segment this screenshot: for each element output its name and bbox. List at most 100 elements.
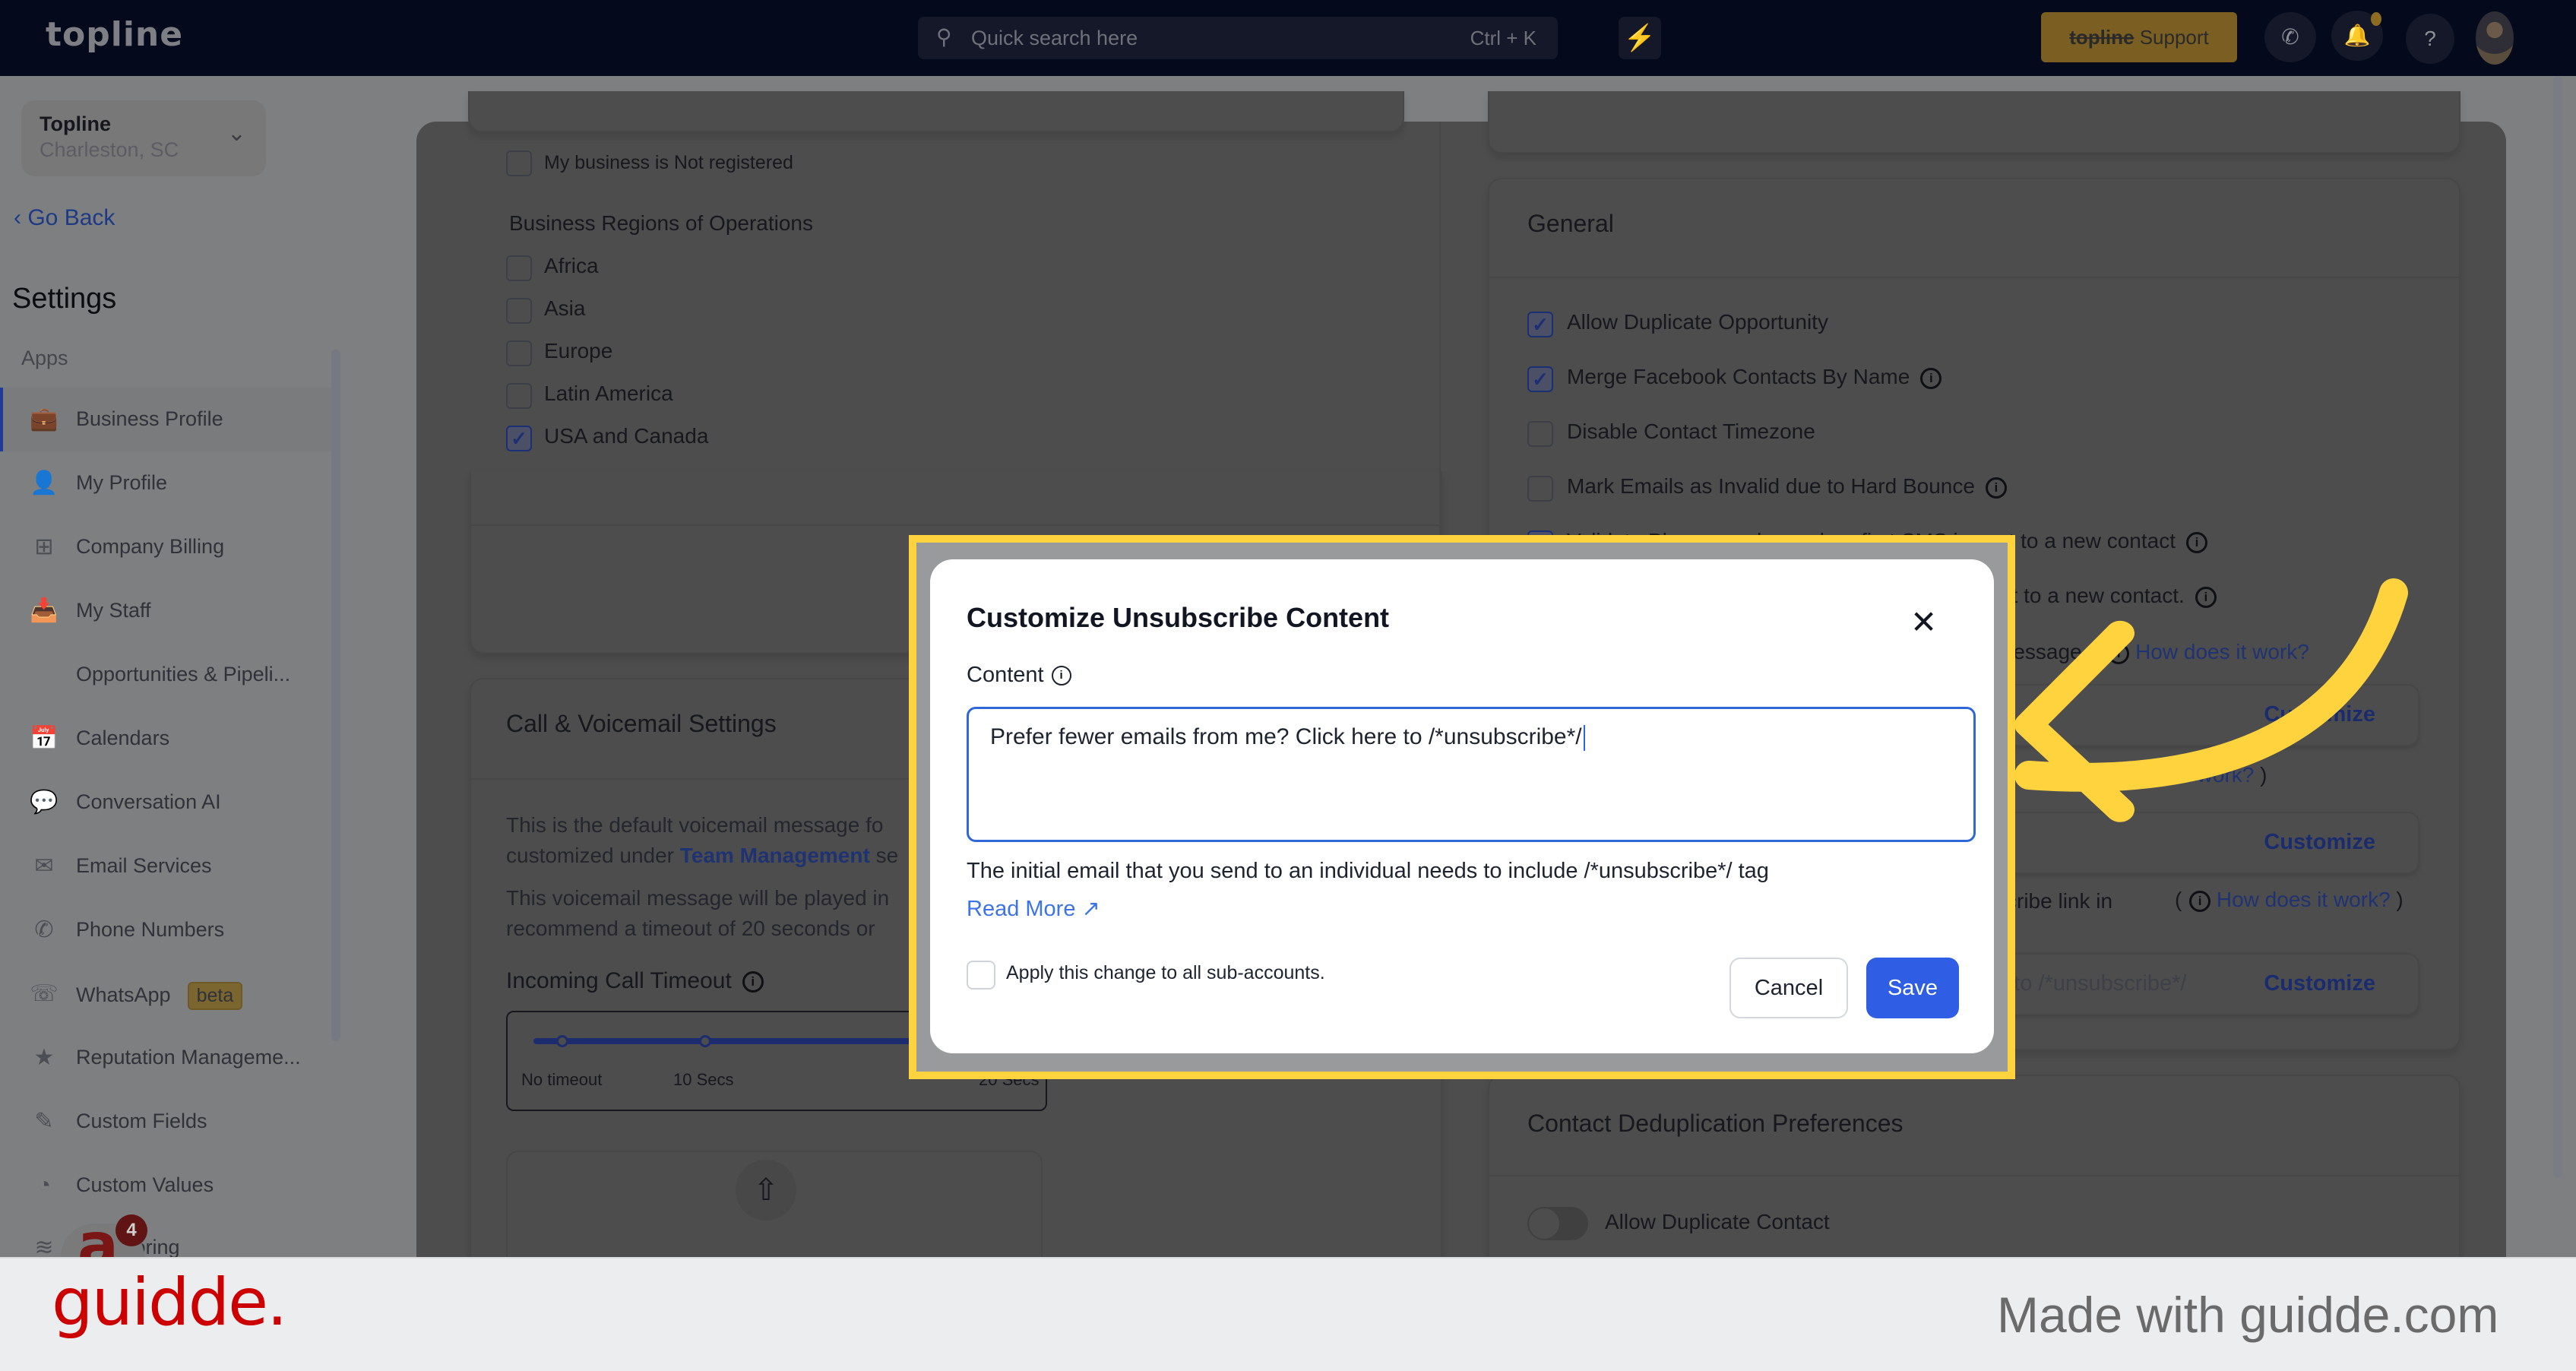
guidde-logo: guidde. (52, 1265, 287, 1341)
close-icon[interactable]: ✕ (1910, 603, 1937, 641)
search-placeholder: Quick search here (971, 27, 1138, 49)
sidebar-item-label: Opportunities & Pipeli... (76, 663, 291, 686)
inbox-icon: 📥 (30, 598, 59, 623)
app-logo[interactable]: topline (46, 15, 183, 54)
disable-timezone-checkbox[interactable] (1527, 421, 1553, 447)
apply-all-checkbox[interactable] (967, 961, 995, 989)
description-line: recommend a timeout of 20 seconds or (506, 917, 875, 940)
info-icon[interactable]: i (742, 971, 764, 993)
unsubscribe-preview-text: e to /*unsubscribe*/ (1995, 971, 2187, 996)
sidebar-item-company-billing[interactable]: ⊞ Company Billing (0, 515, 331, 579)
region-label: Asia (544, 296, 586, 320)
sidebar-item-my-staff[interactable]: 📥 My Staff (0, 579, 331, 643)
tick-label: 10 Secs (673, 1070, 734, 1089)
upload-cloud-icon: ⇧ (736, 1160, 796, 1221)
page-scrollbar[interactable] (2553, 76, 2562, 1178)
sidebar-item-label: Custom Fields (76, 1110, 207, 1132)
sidebar-item-conversation-ai[interactable]: 💬 Conversation AI (0, 771, 331, 834)
sidebar-item-label: WhatsApp beta (76, 982, 243, 1010)
allow-duplicate-opportunity-checkbox[interactable]: ✓ (1527, 312, 1553, 337)
sidebar-item-my-profile[interactable]: 👤 My Profile (0, 451, 331, 515)
description-line: This voicemail message will be played in (506, 886, 890, 910)
mail-icon: ✉ (34, 853, 54, 879)
search-shortcut: Ctrl + K (1470, 27, 1536, 49)
chat-bubbles-icon: 💬 (30, 790, 59, 815)
sidebar-item-label: Reputation Manageme... (76, 1046, 301, 1069)
sidebar-item-opportunities[interactable]: Opportunities & Pipeli... (0, 643, 331, 707)
sidebar-item-custom-fields[interactable]: ✎ Custom Fields (0, 1090, 331, 1154)
sidebar-item-custom-values[interactable]: ◔ Custom Values (0, 1154, 331, 1217)
phone-icon[interactable]: ✆ (2264, 12, 2316, 62)
sidebar-item-calendars[interactable]: 📅 Calendars (0, 707, 331, 771)
sidebar-scrollbar[interactable] (331, 350, 340, 1041)
sidebar-item-label: Custom Values (76, 1173, 214, 1196)
info-icon[interactable]: i (2189, 890, 2211, 912)
allow-duplicate-contact-toggle[interactable] (1527, 1207, 1588, 1240)
settings-title: Settings (12, 283, 117, 315)
sidebar-item-whatsapp[interactable]: ☏ WhatsApp beta (0, 962, 331, 1026)
lightning-icon[interactable]: ⚡ (1619, 17, 1661, 59)
account-switcher[interactable]: Topline Charleston, SC ⌄ (21, 100, 266, 176)
region-checkbox-usa-canada[interactable]: ✓ (506, 426, 532, 451)
how-does-it-work-row: ( i How does it work? ) (2175, 888, 2404, 912)
voicemail-upload-area[interactable]: ⇧ (506, 1151, 1043, 1272)
customize-button[interactable]: Customize (2264, 971, 2375, 996)
go-back-label: Go Back (27, 205, 116, 230)
sidebar-item-label: My Staff (76, 599, 151, 622)
team-management-link[interactable]: Team Management (680, 844, 870, 867)
region-label: USA and Canada (544, 424, 709, 448)
sidebar-item-reputation[interactable]: ★ Reputation Manageme... (0, 1026, 331, 1090)
content-textarea[interactable]: Prefer fewer emails from me? Click here … (967, 707, 1976, 842)
unsubscribe-preview-box[interactable]: e to /*unsubscribe*/ Customize (1979, 953, 2419, 1015)
region-checkbox-latin-america[interactable] (506, 383, 532, 409)
edit-field-icon: ✎ (34, 1109, 54, 1134)
call-voicemail-title: Call & Voicemail Settings (506, 710, 777, 737)
voicemail-description: This is the default voicemail message fo… (506, 810, 898, 871)
sidebar-item-phone-numbers[interactable]: ✆ Phone Numbers (0, 898, 331, 962)
region-checkbox-asia[interactable] (506, 298, 532, 324)
info-icon[interactable]: i (1920, 367, 1942, 389)
not-registered-checkbox[interactable] (506, 150, 532, 176)
merge-facebook-checkbox[interactable]: ✓ (1527, 366, 1553, 392)
region-checkbox-europe[interactable] (506, 340, 532, 366)
support-button[interactable]: topline Support (2041, 12, 2237, 62)
dedup-toggle-label: Allow Duplicate Contact (1605, 1210, 1830, 1233)
user-avatar[interactable] (2476, 11, 2514, 65)
info-icon[interactable]: i (1985, 477, 2007, 499)
annotation-arrow (2014, 578, 2408, 822)
how-does-it-work-link[interactable]: How does it work? (2217, 888, 2391, 911)
sidebar-item-scoring[interactable]: ≋ ...e Scoring (0, 1216, 331, 1257)
option-label: Allow Duplicate Opportunity (1567, 310, 1828, 334)
account-name: Topline (40, 112, 111, 135)
option-label: Mark Emails as Invalid due to Hard Bounc… (1567, 474, 2007, 499)
go-back-link[interactable]: ‹ Go Back (14, 205, 115, 231)
cancel-button[interactable]: Cancel (1729, 958, 1848, 1018)
info-icon[interactable]: i (2186, 531, 2208, 553)
read-more-link[interactable]: Read More ↗ (967, 895, 1100, 922)
phone-icon: ✆ (34, 917, 54, 942)
region-label: Latin America (544, 382, 673, 405)
chevron-left-icon: ‹ (14, 205, 21, 230)
sidebar-item-email-services[interactable]: ✉ Email Services (0, 834, 331, 898)
option-label: Merge Facebook Contacts By Name i (1567, 365, 1942, 389)
top-right-card (1488, 91, 2460, 154)
mark-emails-invalid-checkbox[interactable] (1527, 476, 1553, 502)
region-label: Europe (544, 339, 613, 363)
help-icon[interactable]: ? (2406, 14, 2454, 64)
sidebar-item-business-profile[interactable]: 💼 Business Profile (0, 388, 331, 451)
search-icon: ⚲ (936, 25, 952, 49)
support-brand: topline (2069, 26, 2135, 49)
notification-dot (2371, 12, 2381, 26)
sidebar-item-label: My Profile (76, 471, 168, 494)
modal-title: Customize Unsubscribe Content (967, 602, 1390, 633)
pie-chart-icon: ◔ (36, 1173, 52, 1198)
sidebar-item-label: Email Services (76, 854, 212, 877)
region-checkbox-africa[interactable] (506, 255, 532, 281)
sidebar-item-label: Business Profile (76, 407, 223, 430)
info-icon[interactable]: i (1051, 666, 1071, 686)
region-label: Africa (544, 254, 599, 277)
quick-search[interactable]: ⚲ Quick search here Ctrl + K (918, 17, 1558, 59)
card-divider (1489, 277, 2459, 278)
made-with-guidde: Made with guidde.com (1997, 1287, 2499, 1343)
save-button[interactable]: Save (1866, 958, 1959, 1018)
